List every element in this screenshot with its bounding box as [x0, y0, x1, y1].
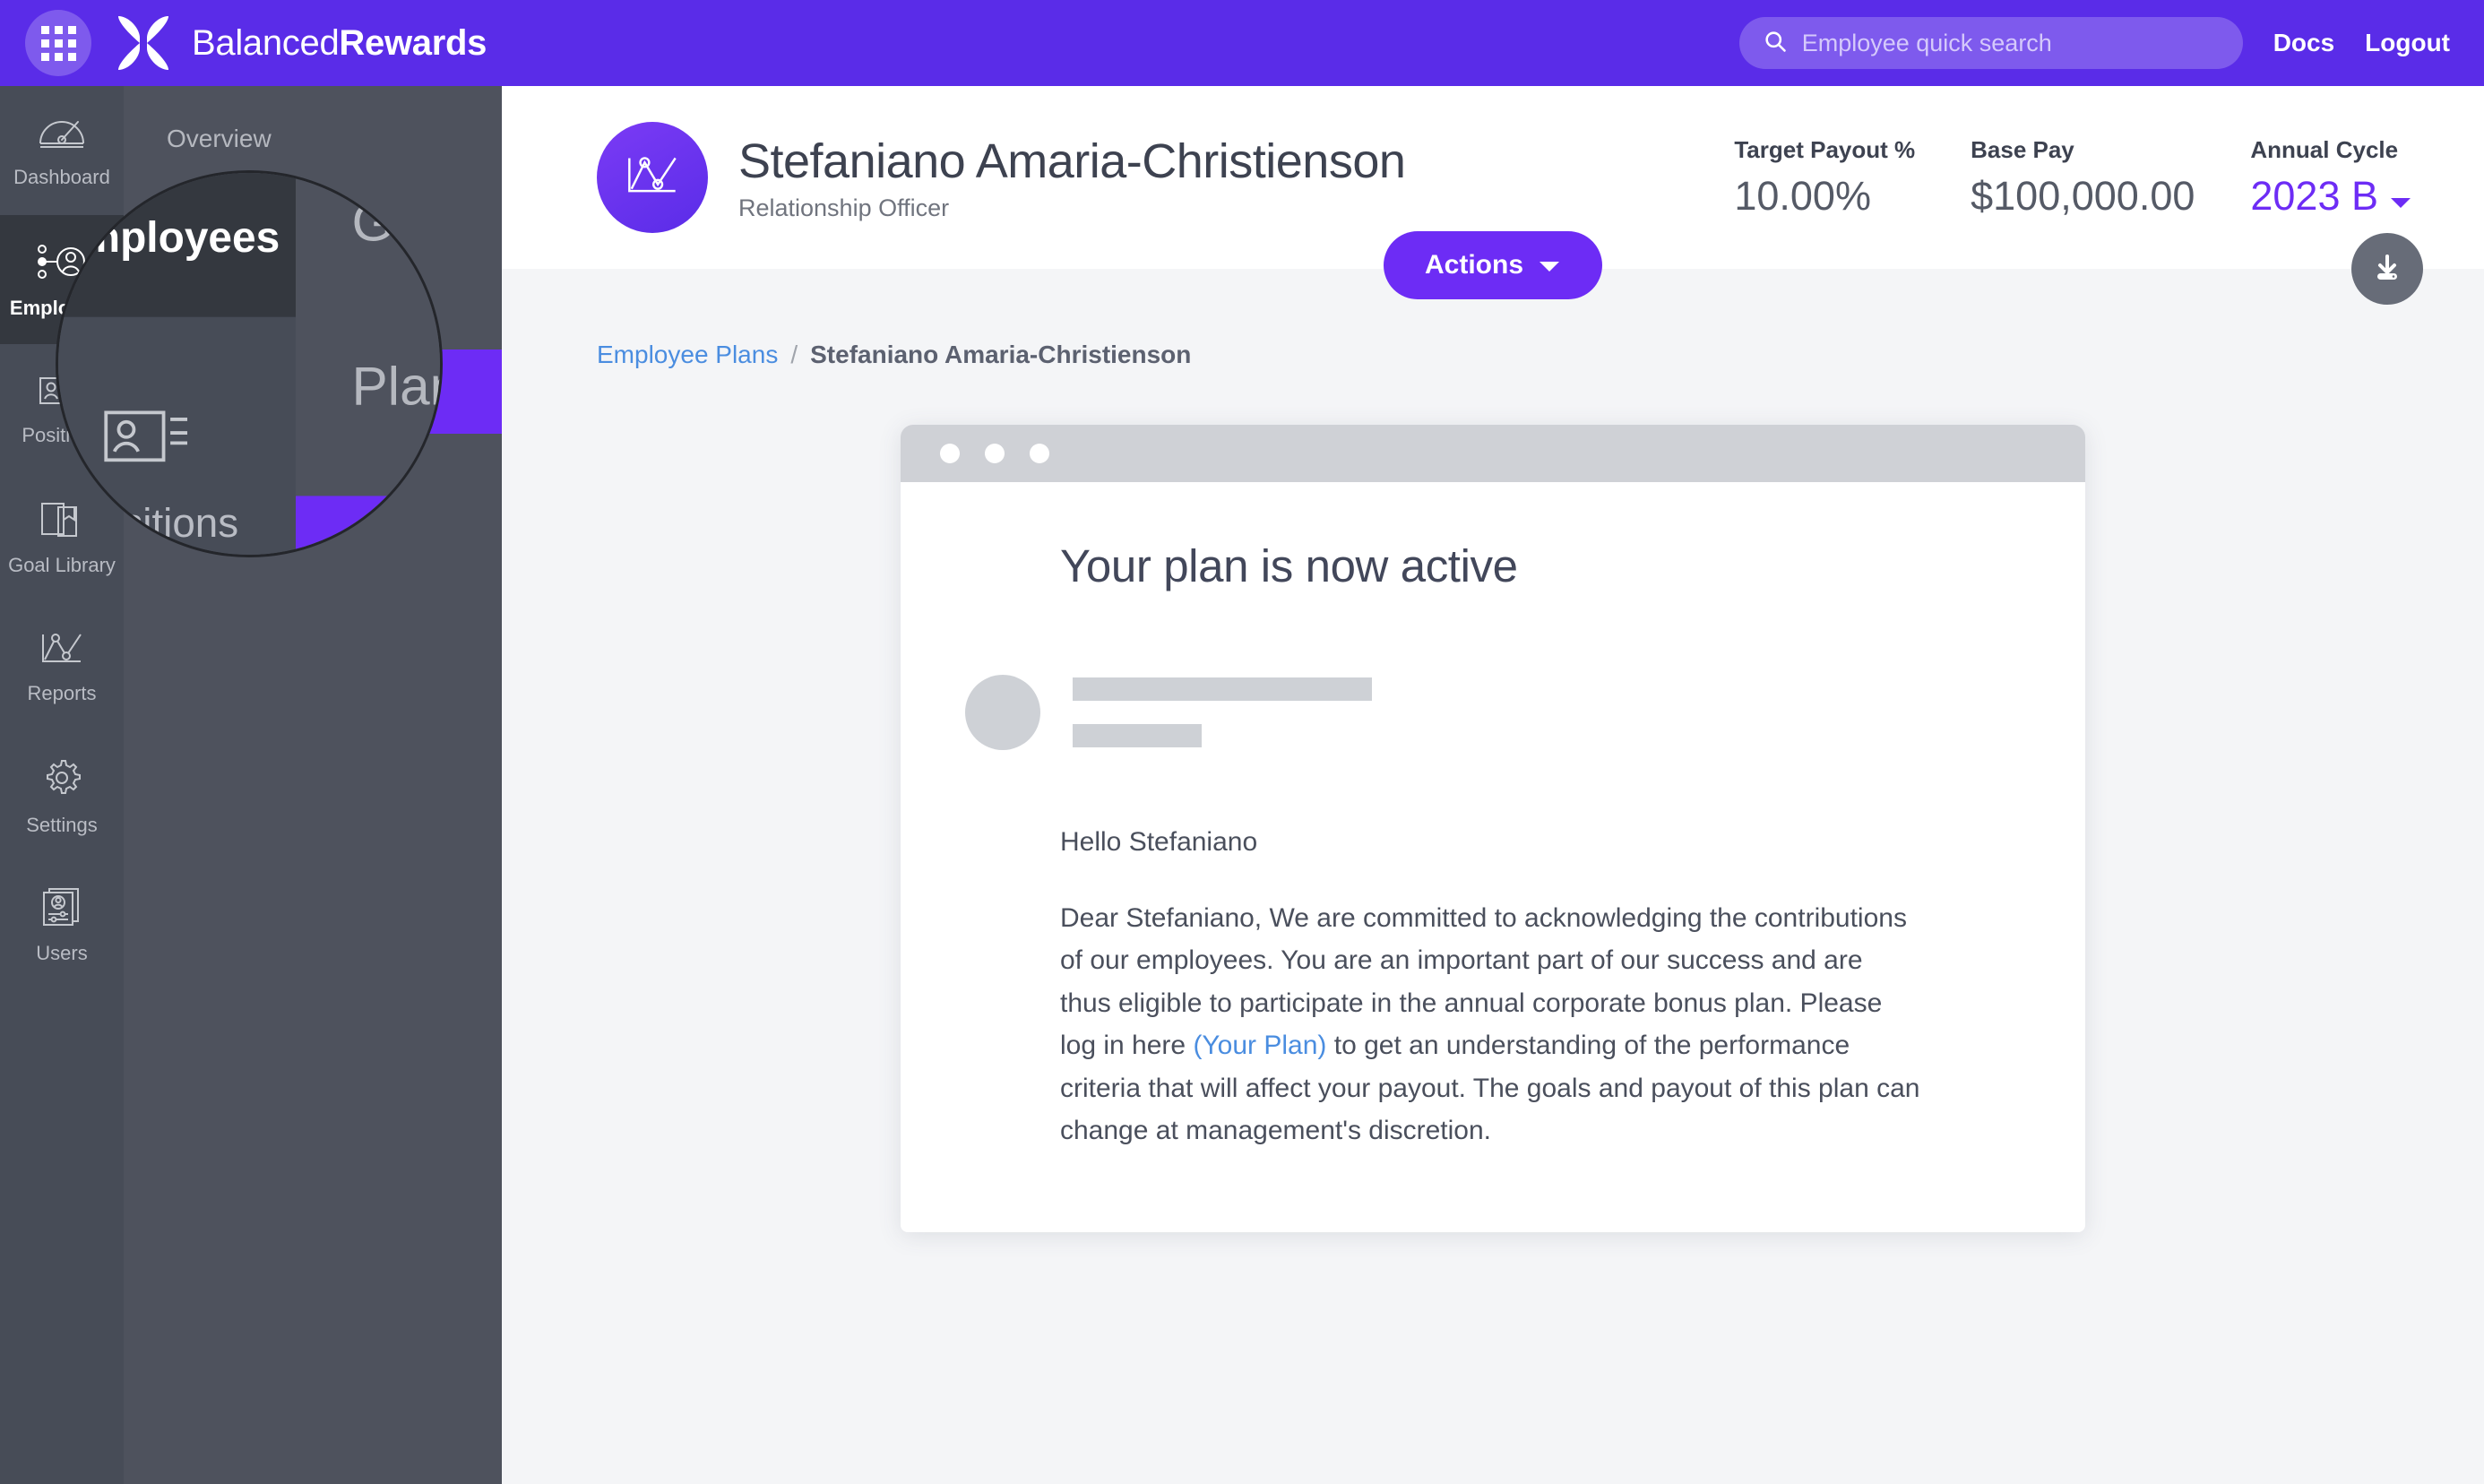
employee-role: Relationship Officer: [738, 194, 950, 221]
sidebar-item-label: Goal Library: [8, 553, 116, 576]
grid-icon: [40, 25, 76, 61]
logout-link[interactable]: Logout: [2365, 29, 2450, 57]
window-dot-close: [940, 444, 960, 463]
subnav-item-overview[interactable]: Overview: [124, 97, 502, 181]
avatar: [597, 122, 708, 233]
stat-value: 10.00%: [1734, 172, 1871, 219]
sidebar-item-reports[interactable]: Reports: [0, 602, 124, 731]
magnified-id-card-icon: [94, 399, 198, 483]
magnified-rail-label: Employees: [56, 212, 280, 262]
your-plan-link[interactable]: (Your Plan): [1193, 1031, 1326, 1060]
magnified-subnav: Overview Goals Plan Associations Plan Ac…: [296, 173, 440, 555]
magnified-subnav-plan-activation-email: Plan Activation Email: [296, 496, 440, 555]
stat-target-payout: Target Payout % 10.00%: [1734, 136, 1971, 220]
email-paragraph: Dear Stefaniano, We are committed to ack…: [1060, 897, 1920, 1152]
email-sender-placeholder: [901, 675, 2085, 750]
stat-annual-cycle: Annual Cycle 2023 B: [2250, 136, 2427, 220]
stat-label: Target Payout %: [1734, 135, 1916, 163]
chevron-down-icon: [1538, 250, 1561, 280]
email-preview-card: Your plan is now active Hello Stefaniano…: [901, 425, 2085, 1233]
email-text: Hello Stefaniano Dear Stefaniano, We are…: [901, 827, 2085, 1152]
sidebar-item-label: Settings: [26, 813, 98, 836]
actions-button-label: Actions: [1424, 250, 1524, 280]
actions-button[interactable]: Actions: [1383, 231, 1603, 299]
quick-search[interactable]: [1738, 17, 2243, 69]
browser-chrome-bar: [901, 425, 2085, 482]
search-icon: [1763, 29, 1788, 58]
window-dot-maximize: [1030, 444, 1049, 463]
top-bar: BalancedRewards Docs Logout: [0, 0, 2484, 86]
annual-cycle-selector[interactable]: 2023 B: [2250, 173, 2412, 220]
magnified-subnav-goals: Goals: [351, 193, 440, 253]
sidebar-item-label: Users: [36, 941, 88, 964]
line-chart-icon: [38, 629, 86, 673]
placeholder-line-short: [1073, 724, 1202, 747]
magnified-subnav-plan-associations: Plan Associations: [351, 357, 440, 417]
download-button[interactable]: [2351, 233, 2423, 305]
sidebar-item-label: Reports: [27, 681, 97, 704]
magnifier-lens: Employees Positions Go Pla Pla: [56, 170, 443, 557]
gauge-icon: [37, 113, 87, 157]
breadcrumb-parent-link[interactable]: Employee Plans: [597, 341, 778, 369]
docs-link[interactable]: Docs: [2273, 29, 2334, 57]
brand[interactable]: BalancedRewards: [111, 11, 487, 75]
annual-cycle-value: 2023 B: [2250, 172, 2378, 219]
stat-label: Annual Cycle: [2250, 135, 2399, 163]
butterfly-logo-icon: [111, 11, 176, 75]
top-bar-right: Docs Logout: [1738, 17, 2450, 69]
stat-label: Base Pay: [1971, 135, 2074, 163]
magnified-rail-label-positions: Positions: [72, 499, 239, 547]
email-preview-wrapper: Your plan is now active Hello Stefaniano…: [502, 425, 2484, 1233]
download-icon: [2369, 249, 2405, 289]
sidebar-item-settings[interactable]: Settings: [0, 731, 124, 860]
brand-text: BalancedRewards: [192, 23, 487, 64]
email-title: Your plan is now active: [1060, 540, 1518, 591]
chevron-down-icon: [2389, 173, 2412, 220]
sender-avatar-placeholder: [965, 675, 1040, 750]
sender-text-placeholders: [1073, 677, 1372, 747]
user-cards-icon: [39, 885, 85, 933]
window-dot-minimize: [985, 444, 1005, 463]
employee-identity: Stefaniano Amaria-Christienson Relations…: [738, 134, 1406, 222]
stat-base-pay: Base Pay $100,000.00: [1971, 136, 2250, 220]
search-input[interactable]: [1801, 29, 2220, 57]
breadcrumb-current: Stefaniano Amaria-Christienson: [810, 341, 1192, 368]
magnifier-content: Employees Positions Go Pla Pla: [56, 173, 440, 555]
magnified-rail: Employees Positions: [56, 173, 297, 555]
placeholder-line-long: [1073, 677, 1372, 701]
email-body-canvas: Your plan is now active Hello Stefaniano…: [901, 482, 2085, 1233]
sidebar-item-users[interactable]: Users: [0, 860, 124, 989]
stat-value: $100,000.00: [1971, 172, 2195, 219]
page-title: Stefaniano Amaria-Christienson: [738, 134, 1406, 188]
employee-stats: Target Payout % 10.00% Base Pay $100,000…: [1734, 136, 2427, 220]
gear-icon: [39, 755, 84, 805]
email-greeting: Hello Stefaniano: [1060, 827, 1258, 857]
main-content: Stefaniano Amaria-Christienson Relations…: [502, 86, 2484, 1484]
brand-light-text: Balanced: [192, 22, 340, 63]
brand-bold-text: Rewards: [339, 22, 487, 63]
line-chart-icon: [623, 151, 682, 205]
breadcrumb-separator: /: [790, 341, 798, 368]
app-launcher-button[interactable]: [25, 10, 91, 76]
